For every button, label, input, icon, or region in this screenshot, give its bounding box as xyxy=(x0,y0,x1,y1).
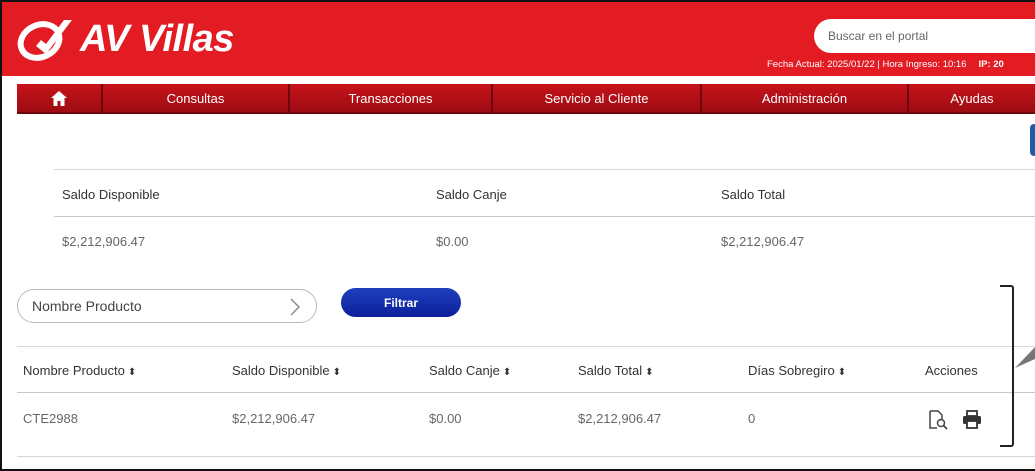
filter-button[interactable]: Filtrar xyxy=(341,288,461,317)
nav-item-transacciones[interactable]: Transacciones xyxy=(290,84,493,112)
av-villas-swoosh-icon xyxy=(17,20,72,61)
column-header-saldo-disponible[interactable]: Saldo Disponible ⬍ xyxy=(232,363,341,378)
sort-icon: ⬍ xyxy=(837,367,847,378)
summary-label-canje: Saldo Canje xyxy=(436,187,507,202)
sort-icon: ⬍ xyxy=(127,367,137,378)
brand-name: AV Villas xyxy=(80,17,234,60)
table-header-top-border xyxy=(17,346,1035,347)
summary-divider-mid xyxy=(54,216,1035,217)
column-header-saldo-canje[interactable]: Saldo Canje ⬍ xyxy=(429,363,511,378)
printer-icon[interactable] xyxy=(962,410,982,429)
sort-icon: ⬍ xyxy=(332,367,341,378)
search-placeholder: Buscar en el portal xyxy=(828,29,929,43)
column-header-dias-sobregiro[interactable]: Días Sobregiro ⬍ xyxy=(748,363,846,378)
chevron-right-icon xyxy=(290,298,300,316)
column-header-saldo-total[interactable]: Saldo Total ⬍ xyxy=(578,363,653,378)
session-date: Fecha Actual: 2025/01/22 | Hora Ingreso:… xyxy=(767,59,967,70)
session-ip: IP: 20 xyxy=(978,59,1004,70)
nav-item-administracion[interactable]: Administración xyxy=(702,84,909,112)
header-bar: AV Villas Buscar en el portal Fecha Actu… xyxy=(2,2,1035,76)
summary-label-disponible: Saldo Disponible xyxy=(62,187,160,202)
session-info: Fecha Actual: 2025/01/22 | Hora Ingreso:… xyxy=(767,59,1004,70)
column-header-nombre-producto[interactable]: Nombre Producto ⬍ xyxy=(23,363,136,378)
product-filter-placeholder: Nombre Producto xyxy=(32,298,142,314)
summary-value-total: $2,212,906.47 xyxy=(721,234,805,249)
cell-dias-sobregiro: 0 xyxy=(748,411,756,426)
summary-divider-top xyxy=(54,169,1035,170)
nav-item-consultas[interactable]: Consultas xyxy=(103,84,290,112)
home-icon xyxy=(51,90,67,106)
annotation-bracket xyxy=(1000,285,1014,447)
cell-nombre-producto: CTE2988 xyxy=(23,411,78,426)
nav-home[interactable] xyxy=(17,84,103,112)
main-nav: Consultas Transacciones Servicio al Clie… xyxy=(17,84,1035,114)
table-bottom-border xyxy=(17,456,1035,457)
cell-saldo-canje: $0.00 xyxy=(429,411,462,426)
search-input[interactable]: Buscar en el portal xyxy=(814,19,1035,53)
cell-saldo-disponible: $2,212,906.47 xyxy=(232,411,316,426)
table-header-bottom-border xyxy=(17,392,1035,393)
nav-item-ayudas[interactable]: Ayudas xyxy=(909,84,1035,112)
brand-logo[interactable]: AV Villas xyxy=(16,14,234,64)
summary-value-canje: $0.00 xyxy=(436,234,469,249)
sort-icon: ⬍ xyxy=(645,367,654,378)
product-filter-input[interactable]: Nombre Producto xyxy=(17,289,317,323)
document-search-icon[interactable] xyxy=(928,410,948,430)
cell-saldo-total: $2,212,906.47 xyxy=(578,411,662,426)
annotation-arrow-icon xyxy=(1015,347,1035,368)
side-action-tab[interactable] xyxy=(1030,124,1035,156)
summary-value-disponible: $2,212,906.47 xyxy=(62,234,146,249)
column-header-acciones: Acciones xyxy=(925,363,978,378)
sort-icon: ⬍ xyxy=(502,367,512,378)
summary-label-total: Saldo Total xyxy=(721,187,786,202)
nav-item-servicio-al-cliente[interactable]: Servicio al Cliente xyxy=(493,84,702,112)
